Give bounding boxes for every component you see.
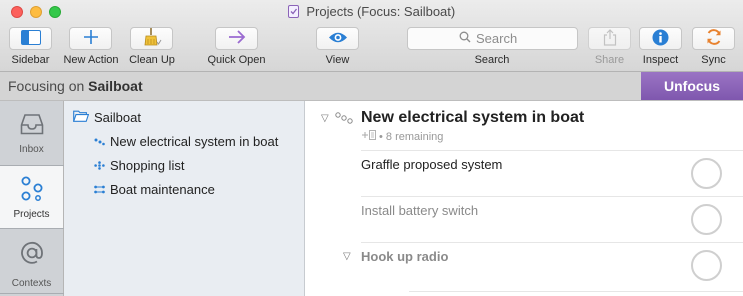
perspective-contexts-label: Contexts xyxy=(11,278,52,289)
remaining-count: • 8 remaining xyxy=(379,130,444,143)
project-title[interactable]: New electrical system in boat xyxy=(361,109,584,127)
row-divider xyxy=(361,196,743,197)
sidebar-toggle-button[interactable] xyxy=(9,27,52,50)
search-input[interactable] xyxy=(476,31,526,46)
perspective-contexts[interactable]: Contexts xyxy=(0,229,63,293)
single-actions-icon xyxy=(94,158,110,173)
focus-bar: Focusing on Sailboat Unfocus xyxy=(0,72,743,101)
quick-open-label: Quick Open xyxy=(207,54,266,66)
sync-button[interactable] xyxy=(692,27,735,50)
plus-icon xyxy=(83,29,99,48)
window-title-area: Projects (Focus: Sailboat) xyxy=(0,4,743,19)
clean-up-label: Clean Up xyxy=(129,54,175,66)
contexts-icon xyxy=(20,241,44,268)
sequential-project-icon xyxy=(94,134,110,149)
quick-open-button[interactable] xyxy=(215,27,258,50)
sidebar-icon xyxy=(20,29,41,48)
row-divider xyxy=(361,242,743,243)
folder-icon xyxy=(72,110,94,125)
sidebar-project-item[interactable]: New electrical system in boat xyxy=(94,134,278,149)
project-subtitle: • 8 remaining xyxy=(362,130,443,143)
sequential-project-icon xyxy=(335,112,353,127)
info-icon xyxy=(652,29,669,49)
sidebar-folder-sailboat[interactable]: Sailboat xyxy=(72,110,141,125)
focus-status-text: Focusing on Sailboat xyxy=(8,78,143,94)
sidebar-toggle-label: Sidebar xyxy=(11,54,50,66)
status-circle-button[interactable] xyxy=(691,250,722,281)
outline-view: ▽ New electrical system in boat • 8 rema… xyxy=(305,101,743,296)
new-action-label: New Action xyxy=(63,54,119,66)
inspect-button[interactable] xyxy=(639,27,682,50)
view-label: View xyxy=(325,54,350,66)
inspect-label: Inspect xyxy=(642,54,679,66)
sidebar-project-label: New electrical system in boat xyxy=(110,134,279,149)
share-icon xyxy=(603,28,617,49)
window-title: Projects (Focus: Sailboat) xyxy=(306,4,456,19)
view-button[interactable] xyxy=(316,27,359,50)
add-note-icon[interactable] xyxy=(362,130,379,143)
sidebar-project-label: Boat maintenance xyxy=(110,182,215,197)
search-label: Search xyxy=(474,54,510,66)
projects-sidebar: Sailboat New electrical system in boat S… xyxy=(64,101,305,296)
focus-prefix: Focusing on xyxy=(8,78,85,94)
parallel-project-icon xyxy=(94,182,110,197)
share-button[interactable] xyxy=(588,27,631,50)
perspective-projects-label: Projects xyxy=(13,209,50,220)
broom-icon xyxy=(142,27,162,50)
status-circle-button[interactable] xyxy=(691,158,722,189)
perspective-inbox-label: Inbox xyxy=(19,144,44,155)
sync-label: Sync xyxy=(701,54,726,66)
sidebar-project-item[interactable]: Boat maintenance xyxy=(94,182,215,197)
row-divider xyxy=(409,291,743,292)
focus-target: Sailboat xyxy=(88,78,143,94)
eye-icon xyxy=(328,31,348,47)
perspectives-bar: Inbox Projects Contexts xyxy=(0,101,64,296)
action-title[interactable]: Graffle proposed system xyxy=(361,157,502,172)
clean-up-button[interactable] xyxy=(130,27,173,50)
share-label: Share xyxy=(594,54,625,66)
inbox-icon xyxy=(20,113,44,138)
sidebar-project-label: Shopping list xyxy=(110,158,185,173)
search-icon xyxy=(459,31,476,46)
window-toolbar: Projects (Focus: Sailboat) Sidebar New A… xyxy=(0,0,743,72)
perspective-inbox[interactable]: Inbox xyxy=(0,101,63,165)
disclosure-triangle-icon[interactable]: ▽ xyxy=(321,113,329,124)
row-divider xyxy=(361,150,743,151)
status-circle-button[interactable] xyxy=(691,204,722,235)
search-field[interactable] xyxy=(407,27,578,50)
arrow-right-icon xyxy=(228,30,246,47)
unfocus-button[interactable]: Unfocus xyxy=(641,72,743,100)
sidebar-project-item[interactable]: Shopping list xyxy=(94,158,184,173)
projects-icon xyxy=(20,176,44,205)
action-title[interactable]: Install battery switch xyxy=(361,203,478,218)
sync-icon xyxy=(705,28,723,49)
new-action-button[interactable] xyxy=(69,27,112,50)
action-group-title[interactable]: Hook up radio xyxy=(361,249,448,264)
disclosure-triangle-icon[interactable]: ▽ xyxy=(343,251,351,262)
sidebar-folder-label: Sailboat xyxy=(94,110,141,125)
perspective-projects[interactable]: Projects xyxy=(0,166,63,228)
document-icon xyxy=(287,4,307,19)
perspective-divider xyxy=(0,293,64,294)
